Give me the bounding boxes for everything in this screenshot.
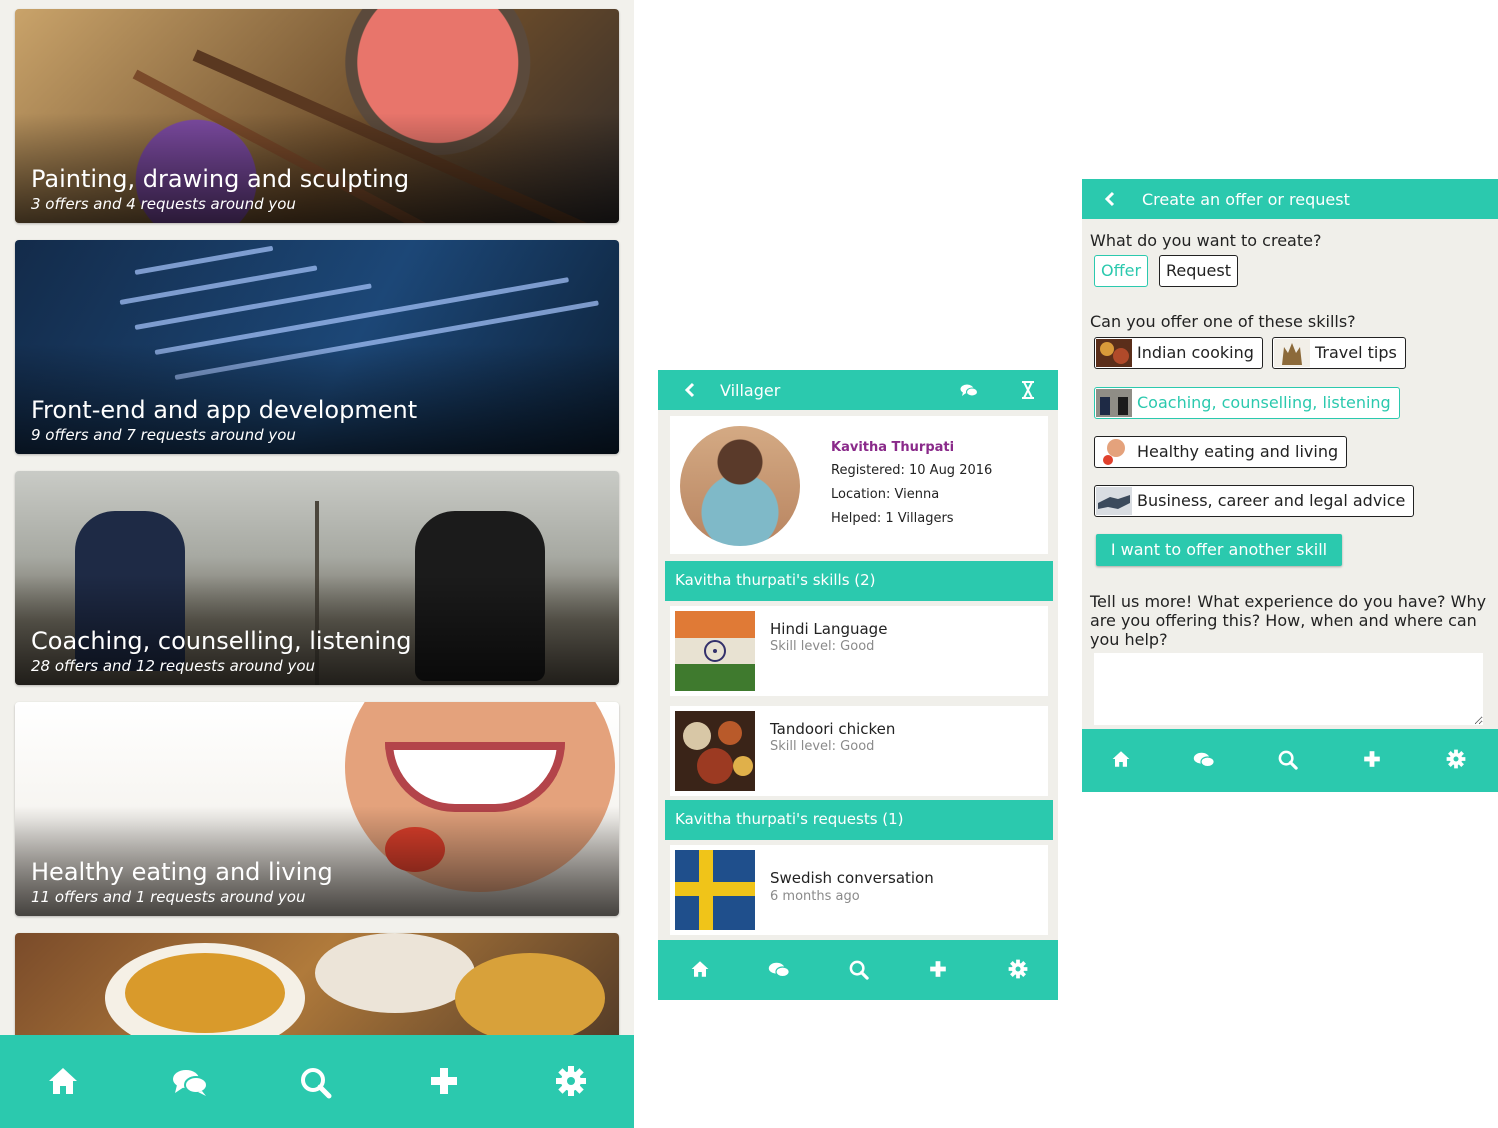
bottom-nav	[658, 940, 1058, 1000]
category-card-coaching[interactable]: Coaching, counselling, listening 28 offe…	[15, 471, 619, 685]
villager-profile-screen: Villager Kavitha Thurpati Registered: 10…	[658, 370, 1058, 1000]
list-item[interactable]: Tandoori chicken Skill level: Good	[670, 706, 1048, 796]
tell-more-prompt: Tell us more! What experience do you hav…	[1090, 592, 1487, 649]
category-subtitle: 11 offers and 1 requests around you	[31, 888, 306, 906]
profile-name[interactable]: Kavitha Thurpati	[831, 440, 954, 455]
category-title: Coaching, counselling, listening	[31, 627, 412, 655]
offer-another-skill-button[interactable]: I want to offer another skill	[1096, 534, 1342, 566]
search-icon[interactable]	[849, 960, 869, 980]
gear-icon[interactable]	[1446, 749, 1466, 769]
skill-chip-business[interactable]: Business, career and legal advice	[1094, 485, 1415, 517]
profile-card: Kavitha Thurpati Registered: 10 Aug 2016…	[670, 416, 1048, 554]
search-icon[interactable]	[1278, 750, 1298, 770]
sweden-flag-image	[675, 850, 755, 930]
chat-icon[interactable]	[1193, 751, 1215, 769]
home-icon[interactable]	[47, 1066, 79, 1096]
skills-question: Can you offer one of these skills?	[1090, 312, 1356, 331]
request-name: Swedish conversation	[770, 869, 934, 887]
gear-icon[interactable]	[1008, 959, 1028, 979]
back-icon[interactable]	[1104, 191, 1116, 207]
chip-label: Business, career and legal advice	[1137, 491, 1406, 510]
chip-label: Indian cooking	[1137, 343, 1254, 362]
list-item[interactable]: Hindi Language Skill level: Good	[670, 606, 1048, 696]
create-question: What do you want to create?	[1090, 231, 1322, 250]
india-flag-image	[675, 611, 755, 691]
section-title: Kavitha thurpati's skills (2)	[675, 571, 876, 589]
food-image	[675, 711, 755, 791]
skill-level: Skill level: Good	[770, 639, 875, 654]
profile-helped: Helped: 1 Villagers	[831, 511, 954, 526]
home-icon[interactable]	[690, 960, 710, 978]
skill-name: Hindi Language	[770, 620, 888, 638]
page-title: Create an offer or request	[1142, 190, 1350, 209]
hourglass-icon[interactable]	[1021, 381, 1035, 399]
category-title: Painting, drawing and sculpting	[31, 165, 410, 193]
back-icon[interactable]	[684, 382, 696, 398]
skill-chip-coaching[interactable]: Coaching, counselling, listening	[1094, 387, 1400, 419]
chip-label: Healthy eating and living	[1137, 442, 1339, 461]
category-card-healthy[interactable]: Healthy eating and living 11 offers and …	[15, 702, 619, 916]
plus-icon[interactable]	[1363, 750, 1381, 768]
healthy-thumbnail	[1096, 438, 1132, 466]
category-subtitle: 9 offers and 7 requests around you	[31, 426, 296, 444]
top-bar: Create an offer or request	[1082, 179, 1498, 219]
plus-icon[interactable]	[929, 960, 947, 978]
category-title: Healthy eating and living	[31, 858, 333, 886]
skill-chip-indian-cooking[interactable]: Indian cooking	[1094, 337, 1263, 369]
home-icon[interactable]	[1111, 750, 1131, 768]
profile-registered: Registered: 10 Aug 2016	[831, 463, 993, 478]
plus-icon[interactable]	[429, 1066, 459, 1096]
chat-icon[interactable]	[960, 383, 978, 397]
top-bar: Villager	[658, 370, 1058, 410]
page-title: Villager	[720, 381, 781, 400]
chip-label: Travel tips	[1315, 343, 1397, 362]
travel-thumbnail	[1274, 339, 1310, 367]
chat-icon[interactable]	[768, 961, 790, 979]
offer-toggle[interactable]: Offer	[1094, 255, 1149, 287]
bottom-nav	[0, 1035, 634, 1128]
food-thumbnail	[1096, 339, 1132, 367]
coaching-thumbnail	[1096, 389, 1132, 417]
request-time: 6 months ago	[770, 889, 860, 904]
handshake-thumbnail	[1096, 487, 1132, 515]
category-subtitle: 28 offers and 12 requests around you	[31, 657, 316, 675]
list-item[interactable]: Swedish conversation 6 months ago	[670, 845, 1048, 935]
skill-name: Tandoori chicken	[770, 720, 896, 738]
description-textarea[interactable]	[1094, 653, 1483, 725]
skill-chip-healthy-eating[interactable]: Healthy eating and living	[1094, 436, 1348, 468]
category-title: Front-end and app development	[31, 396, 418, 424]
search-icon[interactable]	[300, 1067, 332, 1099]
bottom-nav	[1082, 729, 1498, 792]
chat-icon[interactable]	[172, 1067, 208, 1097]
category-card-painting[interactable]: Painting, drawing and sculpting 3 offers…	[15, 9, 619, 223]
category-card-development[interactable]: Front-end and app development 9 offers a…	[15, 240, 619, 454]
skill-level: Skill level: Good	[770, 739, 875, 754]
skill-chip-travel-tips[interactable]: Travel tips	[1272, 337, 1406, 369]
request-toggle[interactable]: Request	[1159, 255, 1238, 287]
create-offer-screen: Create an offer or request What do you w…	[1082, 179, 1498, 792]
category-subtitle: 3 offers and 4 requests around you	[31, 195, 296, 213]
section-title: Kavitha thurpati's requests (1)	[675, 810, 904, 828]
avatar	[680, 426, 800, 546]
skills-section-header: Kavitha thurpati's skills (2)	[665, 561, 1053, 601]
categories-screen: Painting, drawing and sculpting 3 offers…	[0, 0, 634, 1128]
gear-icon[interactable]	[555, 1065, 587, 1097]
chip-label: Coaching, counselling, listening	[1137, 393, 1391, 412]
profile-location: Location: Vienna	[831, 487, 940, 502]
requests-section-header: Kavitha thurpati's requests (1)	[665, 800, 1053, 840]
